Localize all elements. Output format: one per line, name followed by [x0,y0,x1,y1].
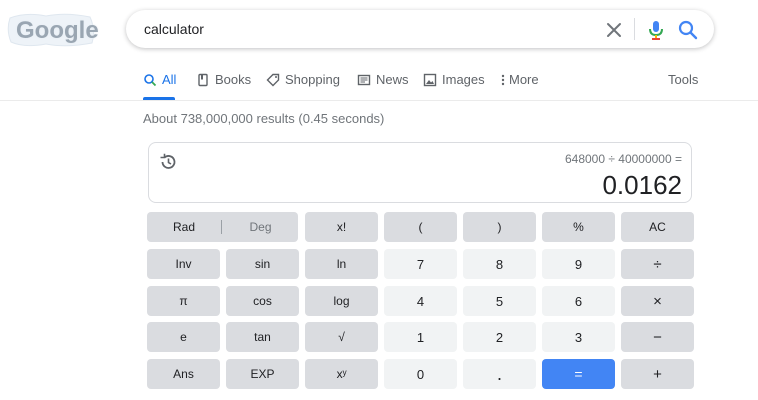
tab-all[interactable]: All [143,72,176,100]
newspaper-icon [357,73,371,87]
search-divider [634,18,635,40]
key-right-paren[interactable]: ) [463,212,536,242]
key-7[interactable]: 7 [384,249,457,279]
key-9[interactable]: 9 [542,249,615,279]
key-exp[interactable]: EXP [226,359,299,389]
key-4[interactable]: 4 [384,286,457,316]
search-icon[interactable] [676,18,700,42]
key-divide[interactable]: ÷ [621,249,694,279]
google-logo[interactable]: Google [6,10,99,50]
key-sqrt[interactable]: √ [305,322,378,352]
tools-button[interactable]: Tools [668,72,698,87]
mode-separator [221,220,222,234]
key-ln[interactable]: ln [305,249,378,279]
calculator-display: 648000 ÷ 40000000 = 0.0162 [148,142,692,203]
key-5[interactable]: 5 [463,286,536,316]
microphone-icon[interactable] [645,18,667,42]
key-inverse[interactable]: Inv [147,249,220,279]
tab-label: News [376,72,409,87]
search-input[interactable] [144,19,584,39]
key-plus[interactable]: + [621,359,694,389]
key-8[interactable]: 8 [463,249,536,279]
calculator-expression: 648000 ÷ 40000000 = [564,152,682,166]
key-factorial[interactable]: x! [305,212,378,242]
key-ans[interactable]: Ans [147,359,220,389]
image-icon [423,73,437,87]
key-multiply[interactable]: × [621,286,694,316]
key-e[interactable]: e [147,322,220,352]
book-icon [196,73,210,87]
key-equals[interactable]: = [542,359,615,389]
key-log[interactable]: log [305,286,378,316]
result-stats: About 738,000,000 results (0.45 seconds) [143,111,385,126]
angle-mode-toggle[interactable]: Rad Deg [147,212,298,242]
key-power[interactable]: xʸ [305,359,378,389]
tab-label: All [162,72,177,87]
history-icon[interactable] [158,152,178,172]
key-tan[interactable]: tan [226,322,299,352]
key-3[interactable]: 3 [542,322,615,352]
tab-label: Shopping [285,72,340,87]
key-decimal[interactable]: . [463,359,536,389]
key-percent[interactable]: % [542,212,615,242]
tab-images[interactable]: Images [423,72,485,100]
key-sin[interactable]: sin [226,249,299,279]
key-all-clear[interactable]: AC [621,212,694,242]
key-6[interactable]: 6 [542,286,615,316]
tab-shopping[interactable]: Shopping [266,72,340,100]
tab-label: Books [215,72,252,87]
tab-label: Images [442,72,485,87]
deg-button[interactable]: Deg [223,220,298,234]
key-left-paren[interactable]: ( [384,212,457,242]
tab-news[interactable]: News [357,72,409,100]
tabs-divider [0,100,758,101]
key-minus[interactable]: − [621,322,694,352]
key-0[interactable]: 0 [384,359,457,389]
calculator-result: 0.0162 [602,170,682,200]
key-cos[interactable]: cos [226,286,299,316]
tab-more[interactable]: More [500,72,539,100]
search-icon [143,73,157,87]
key-pi[interactable]: π [147,286,220,316]
key-2[interactable]: 2 [463,322,536,352]
search-box [126,10,714,48]
logo-text: Google [16,17,99,44]
close-icon[interactable] [603,19,625,41]
tag-icon [266,73,280,87]
key-1[interactable]: 1 [384,322,457,352]
tab-books[interactable]: Books [196,72,251,100]
vertical-dots-icon [500,73,506,87]
rad-button[interactable]: Rad [147,220,221,234]
tab-label: More [509,72,539,87]
